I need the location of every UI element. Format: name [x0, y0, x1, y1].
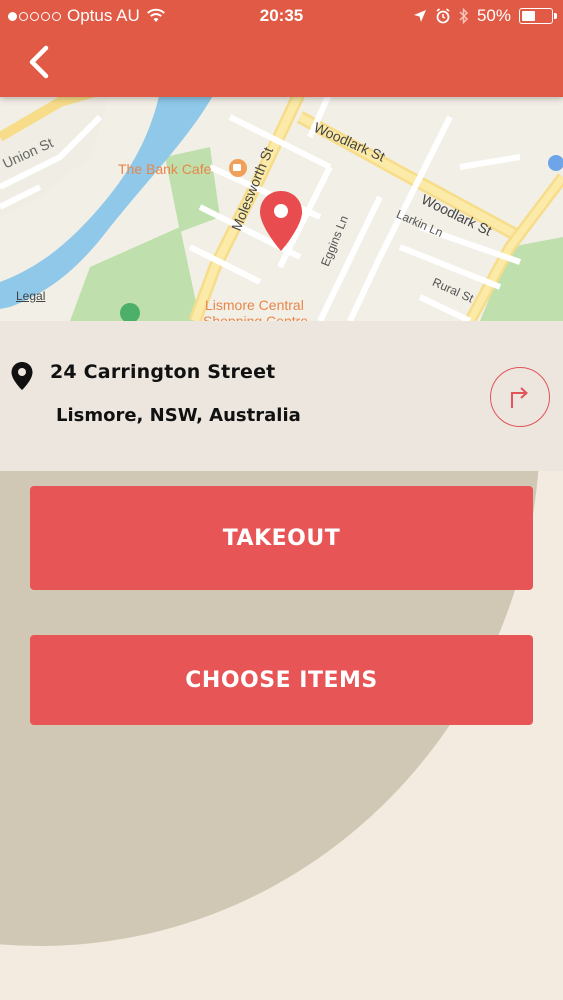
choose-items-button[interactable]: CHOOSE ITEMS	[30, 635, 533, 725]
app-header: Optus AU 20:35 50%	[0, 0, 563, 97]
map-label-shopping-centre: Shopping Centre	[203, 313, 309, 321]
map-label-bank-cafe: The Bank Cafe	[118, 161, 212, 177]
map-pin-icon[interactable]	[258, 189, 304, 253]
location-arrow-icon	[413, 10, 426, 22]
map-label-lismore-central: Lismore Central	[205, 297, 304, 313]
takeout-button[interactable]: TAKEOUT	[30, 486, 533, 590]
alarm-icon	[436, 8, 450, 24]
battery-icon	[519, 8, 557, 24]
legal-link[interactable]: Legal	[16, 289, 45, 303]
chevron-left-icon	[29, 45, 49, 79]
location-pin-icon	[11, 362, 33, 390]
battery-percent: 50%	[476, 6, 511, 25]
map-view[interactable]: Union St The Bank Cafe Molesworth St Woo…	[0, 97, 563, 321]
directions-button[interactable]	[490, 367, 550, 427]
address-city: Lismore, NSW, Australia	[56, 405, 301, 426]
turn-right-arrow-icon	[511, 387, 528, 408]
address-panel: 24 Carrington Street Lismore, NSW, Austr…	[0, 321, 563, 471]
status-bar: Optus AU 20:35 50%	[0, 0, 563, 34]
address-street: 24 Carrington Street	[50, 361, 276, 383]
bluetooth-icon	[459, 8, 469, 24]
actions-area: TAKEOUT CHOOSE ITEMS	[0, 471, 563, 1000]
status-right: 50%	[413, 6, 557, 26]
back-button[interactable]	[22, 42, 62, 82]
